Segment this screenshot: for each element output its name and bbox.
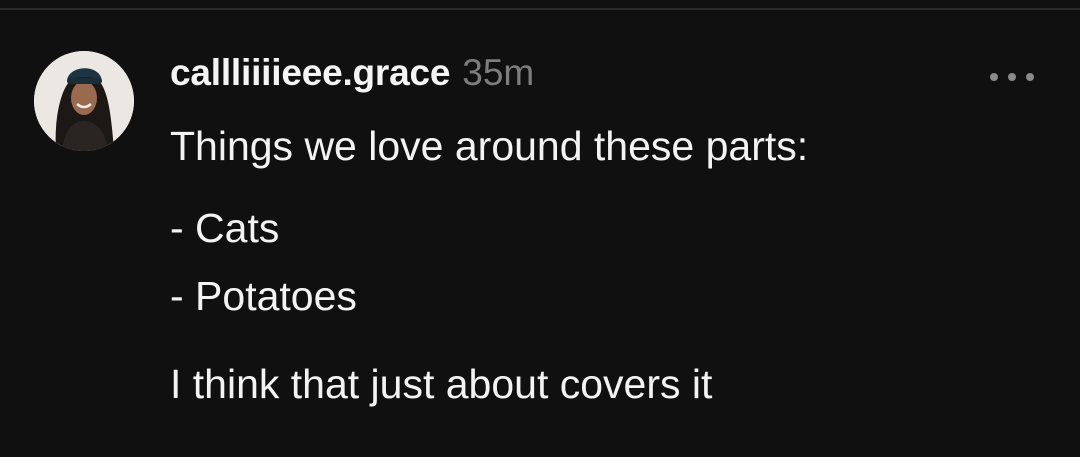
more-horizontal-icon: [990, 73, 998, 81]
list-item: - Potatoes: [170, 273, 357, 319]
avatar[interactable]: [34, 51, 134, 151]
list-item: - Cats: [170, 205, 280, 251]
more-options-button[interactable]: [986, 64, 1038, 90]
post-timestamp[interactable]: 35m: [462, 52, 534, 94]
thread-post: callliiiieee.grace 35m Things we love ar…: [170, 52, 1030, 408]
avatar-photo: [34, 51, 134, 151]
more-horizontal-icon: [1026, 73, 1034, 81]
post-header: callliiiieee.grace 35m: [170, 52, 1030, 106]
username[interactable]: callliiiieee.grace: [170, 52, 450, 94]
post-list: - Cats - Potatoes: [170, 204, 1030, 320]
post-text-intro: Things we love around these parts:: [170, 123, 809, 169]
post-text-outro: I think that just about covers it: [170, 361, 713, 407]
more-horizontal-icon: [1008, 73, 1016, 81]
divider: [0, 8, 1080, 10]
